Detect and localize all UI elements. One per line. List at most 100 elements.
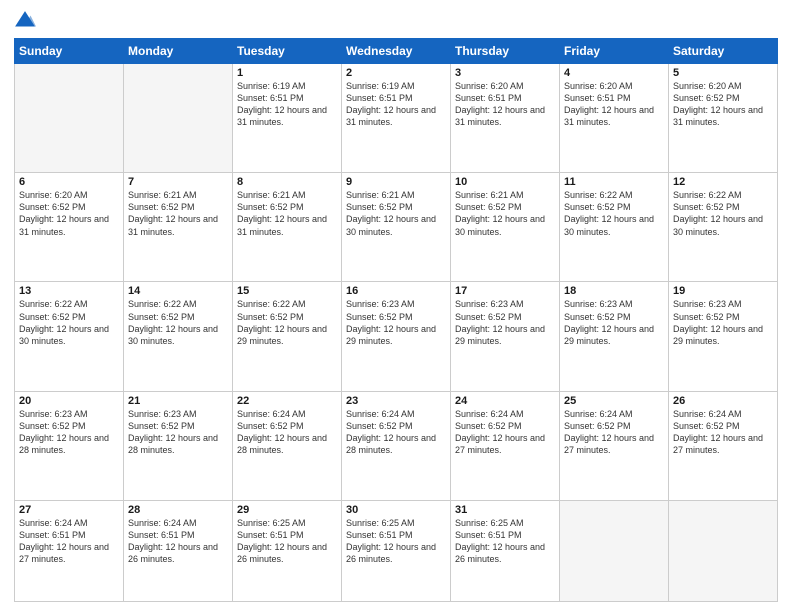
day-number: 19 — [673, 285, 773, 297]
day-info: Sunrise: 6:24 AM Sunset: 6:52 PM Dayligh… — [564, 408, 664, 457]
calendar-cell: 21Sunrise: 6:23 AM Sunset: 6:52 PM Dayli… — [124, 391, 233, 500]
weekday-header-tuesday: Tuesday — [233, 39, 342, 64]
day-number: 30 — [346, 504, 446, 516]
day-number: 26 — [673, 395, 773, 407]
day-info: Sunrise: 6:23 AM Sunset: 6:52 PM Dayligh… — [564, 298, 664, 347]
day-info: Sunrise: 6:25 AM Sunset: 6:51 PM Dayligh… — [455, 517, 555, 566]
day-info: Sunrise: 6:24 AM Sunset: 6:52 PM Dayligh… — [237, 408, 337, 457]
calendar-row-1: 6Sunrise: 6:20 AM Sunset: 6:52 PM Daylig… — [15, 173, 778, 282]
day-number: 9 — [346, 176, 446, 188]
day-info: Sunrise: 6:20 AM Sunset: 6:51 PM Dayligh… — [564, 80, 664, 129]
day-number: 6 — [19, 176, 119, 188]
calendar-cell: 24Sunrise: 6:24 AM Sunset: 6:52 PM Dayli… — [451, 391, 560, 500]
day-info: Sunrise: 6:24 AM Sunset: 6:52 PM Dayligh… — [346, 408, 446, 457]
day-number: 13 — [19, 285, 119, 297]
day-number: 1 — [237, 67, 337, 79]
day-info: Sunrise: 6:23 AM Sunset: 6:52 PM Dayligh… — [346, 298, 446, 347]
day-info: Sunrise: 6:23 AM Sunset: 6:52 PM Dayligh… — [455, 298, 555, 347]
day-info: Sunrise: 6:19 AM Sunset: 6:51 PM Dayligh… — [346, 80, 446, 129]
day-number: 2 — [346, 67, 446, 79]
calendar-cell: 26Sunrise: 6:24 AM Sunset: 6:52 PM Dayli… — [669, 391, 778, 500]
day-info: Sunrise: 6:22 AM Sunset: 6:52 PM Dayligh… — [128, 298, 228, 347]
day-info: Sunrise: 6:21 AM Sunset: 6:52 PM Dayligh… — [455, 189, 555, 238]
day-info: Sunrise: 6:22 AM Sunset: 6:52 PM Dayligh… — [237, 298, 337, 347]
day-info: Sunrise: 6:24 AM Sunset: 6:52 PM Dayligh… — [455, 408, 555, 457]
header — [14, 10, 778, 32]
calendar-cell: 25Sunrise: 6:24 AM Sunset: 6:52 PM Dayli… — [560, 391, 669, 500]
day-info: Sunrise: 6:22 AM Sunset: 6:52 PM Dayligh… — [19, 298, 119, 347]
calendar-row-3: 20 Sunrise: 6:23 AM Sunset: 6:52 PM Dayli… — [15, 391, 778, 500]
day-number: 28 — [128, 504, 228, 516]
day-info: Sunrise: 6:21 AM Sunset: 6:52 PM Dayligh… — [237, 189, 337, 238]
calendar-cell — [15, 64, 124, 173]
calendar-cell — [669, 500, 778, 601]
day-number: 25 — [564, 395, 664, 407]
day-number: 31 — [455, 504, 555, 516]
day-info: Sunrise: 6:20 AM Sunset: 6:52 PM Dayligh… — [673, 80, 773, 129]
day-info: Sunrise: 6:24 AM Sunset: 6:51 PM Dayligh… — [128, 517, 228, 566]
calendar-cell: 7Sunrise: 6:21 AM Sunset: 6:52 PM Daylig… — [124, 173, 233, 282]
calendar-cell: 1Sunrise: 6:19 AM Sunset: 6:51 PM Daylig… — [233, 64, 342, 173]
day-info: Sunrise: 6:23 AM Sunset: 6:52 PM Dayligh… — [673, 298, 773, 347]
day-number: 11 — [564, 176, 664, 188]
weekday-header-thursday: Thursday — [451, 39, 560, 64]
calendar-cell — [560, 500, 669, 601]
day-number: 4 — [564, 67, 664, 79]
calendar-cell: 8Sunrise: 6:21 AM Sunset: 6:52 PM Daylig… — [233, 173, 342, 282]
day-number: 7 — [128, 176, 228, 188]
calendar-cell: 13Sunrise: 6:22 AM Sunset: 6:52 PM Dayli… — [15, 282, 124, 391]
calendar-cell: 16Sunrise: 6:23 AM Sunset: 6:52 PM Dayli… — [342, 282, 451, 391]
day-info: Sunrise: 6:22 AM Sunset: 6:52 PM Dayligh… — [673, 189, 773, 238]
calendar-cell: 28Sunrise: 6:24 AM Sunset: 6:51 PM Dayli… — [124, 500, 233, 601]
day-number: 24 — [455, 395, 555, 407]
calendar-row-2: 13Sunrise: 6:22 AM Sunset: 6:52 PM Dayli… — [15, 282, 778, 391]
calendar-cell — [124, 64, 233, 173]
weekday-header-saturday: Saturday — [669, 39, 778, 64]
logo-icon — [14, 10, 36, 32]
day-number: 12 — [673, 176, 773, 188]
calendar-table: SundayMondayTuesdayWednesdayThursdayFrid… — [14, 38, 778, 602]
day-info: Sunrise: 6:20 AM Sunset: 6:51 PM Dayligh… — [455, 80, 555, 129]
day-number: 3 — [455, 67, 555, 79]
day-number: 14 — [128, 285, 228, 297]
day-number: 18 — [564, 285, 664, 297]
day-info: Sunrise: 6:19 AM Sunset: 6:51 PM Dayligh… — [237, 80, 337, 129]
day-info: Sunrise: 6:21 AM Sunset: 6:52 PM Dayligh… — [346, 189, 446, 238]
day-number: 10 — [455, 176, 555, 188]
day-number: 21 — [128, 395, 228, 407]
day-info: Sunrise: 6:20 AM Sunset: 6:52 PM Dayligh… — [19, 189, 119, 238]
weekday-header-monday: Monday — [124, 39, 233, 64]
calendar-cell: 3Sunrise: 6:20 AM Sunset: 6:51 PM Daylig… — [451, 64, 560, 173]
day-number: 8 — [237, 176, 337, 188]
calendar-cell: 14Sunrise: 6:22 AM Sunset: 6:52 PM Dayli… — [124, 282, 233, 391]
day-number: 29 — [237, 504, 337, 516]
calendar-cell: 29Sunrise: 6:25 AM Sunset: 6:51 PM Dayli… — [233, 500, 342, 601]
calendar-row-0: 1Sunrise: 6:19 AM Sunset: 6:51 PM Daylig… — [15, 64, 778, 173]
day-number: 5 — [673, 67, 773, 79]
day-info: Sunrise: 6:22 AM Sunset: 6:52 PM Dayligh… — [564, 189, 664, 238]
day-number: 16 — [346, 285, 446, 297]
day-info: Sunrise: 6:23 AM Sunset: 6:52 PM Dayligh… — [128, 408, 228, 457]
calendar-cell: 6Sunrise: 6:20 AM Sunset: 6:52 PM Daylig… — [15, 173, 124, 282]
day-number: 22 — [237, 395, 337, 407]
day-info: Sunrise: 6:24 AM Sunset: 6:52 PM Dayligh… — [673, 408, 773, 457]
day-number: 20 — [19, 395, 119, 407]
calendar-row-4: 27Sunrise: 6:24 AM Sunset: 6:51 PM Dayli… — [15, 500, 778, 601]
calendar-cell: 4Sunrise: 6:20 AM Sunset: 6:51 PM Daylig… — [560, 64, 669, 173]
calendar-cell: 20Sunrise: 6:23 AM Sunset: 6:52 PM Dayli… — [15, 391, 124, 500]
calendar-cell: 12Sunrise: 6:22 AM Sunset: 6:52 PM Dayli… — [669, 173, 778, 282]
weekday-header-row: SundayMondayTuesdayWednesdayThursdayFrid… — [15, 39, 778, 64]
calendar-cell: 17Sunrise: 6:23 AM Sunset: 6:52 PM Dayli… — [451, 282, 560, 391]
day-number: 15 — [237, 285, 337, 297]
weekday-header-wednesday: Wednesday — [342, 39, 451, 64]
weekday-header-sunday: Sunday — [15, 39, 124, 64]
calendar-cell: 30Sunrise: 6:25 AM Sunset: 6:51 PM Dayli… — [342, 500, 451, 601]
calendar-cell: 23Sunrise: 6:24 AM Sunset: 6:52 PM Dayli… — [342, 391, 451, 500]
day-number: 23 — [346, 395, 446, 407]
calendar-cell: 31Sunrise: 6:25 AM Sunset: 6:51 PM Dayli… — [451, 500, 560, 601]
day-info: Sunrise: 6:24 AM Sunset: 6:51 PM Dayligh… — [19, 517, 119, 566]
calendar-cell: 9Sunrise: 6:21 AM Sunset: 6:52 PM Daylig… — [342, 173, 451, 282]
calendar-cell: 10Sunrise: 6:21 AM Sunset: 6:52 PM Dayli… — [451, 173, 560, 282]
calendar-cell: 22Sunrise: 6:24 AM Sunset: 6:52 PM Dayli… — [233, 391, 342, 500]
day-number: 17 — [455, 285, 555, 297]
